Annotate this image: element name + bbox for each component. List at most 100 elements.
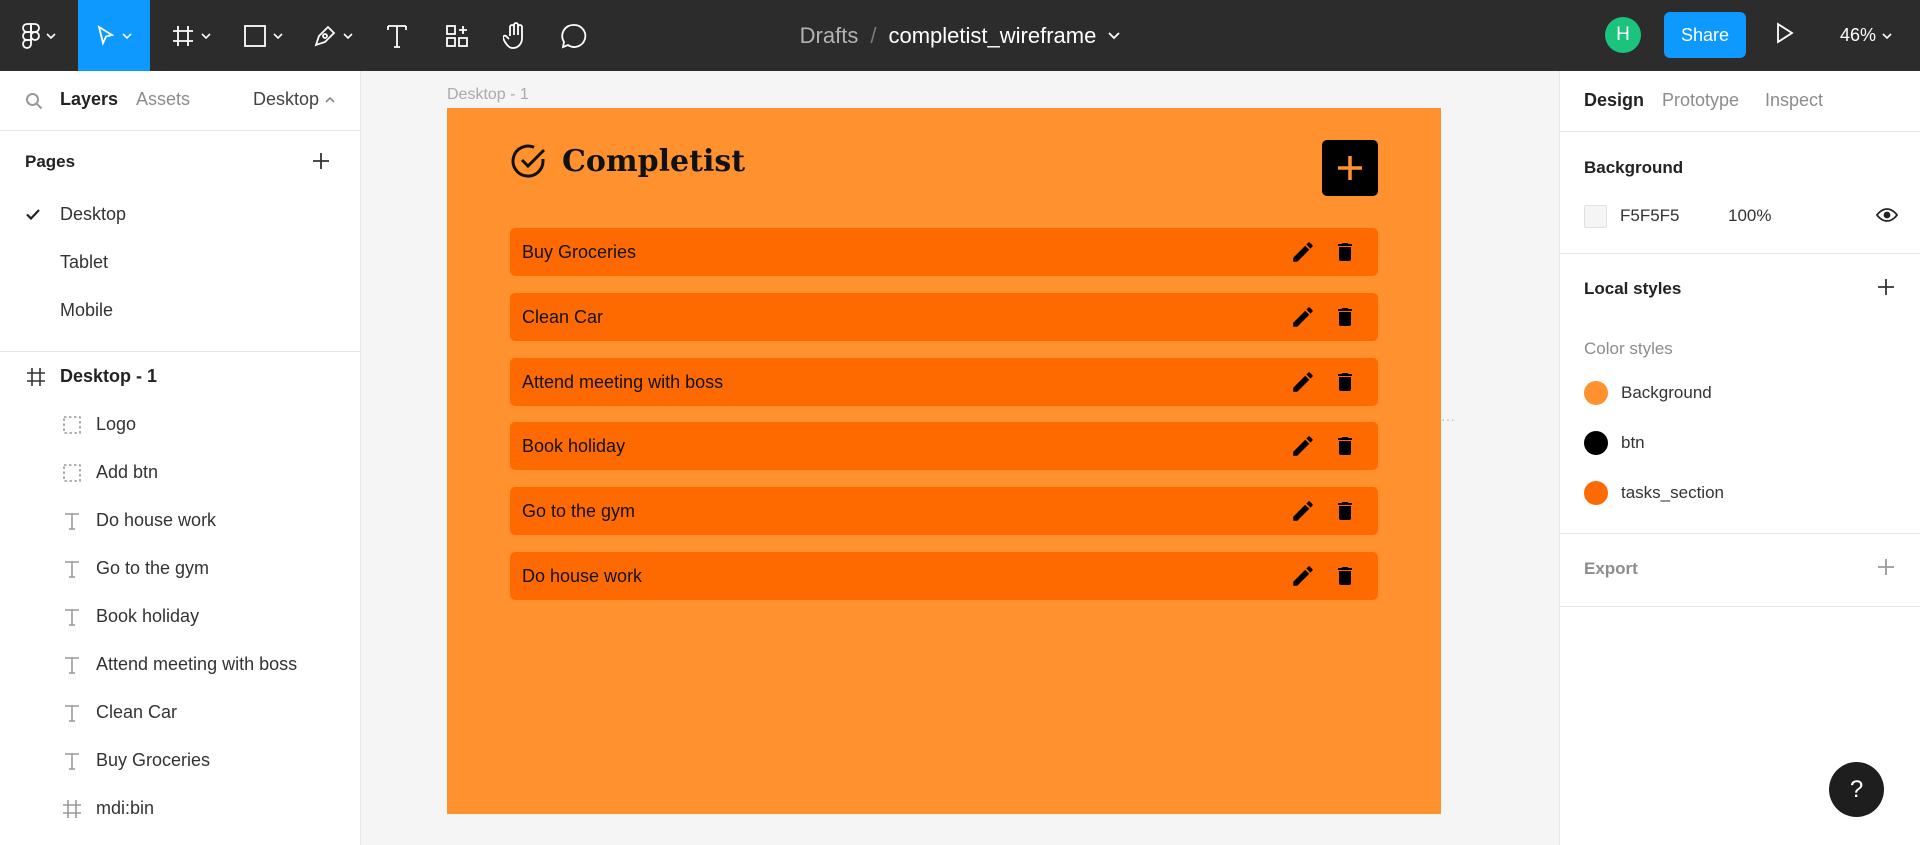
trash-icon[interactable] <box>1333 433 1357 459</box>
task-row[interactable]: Go to the gym <box>510 487 1378 535</box>
page-selector[interactable]: Desktop <box>253 89 335 110</box>
add-export-button[interactable] <box>1877 558 1895 576</box>
app-logo[interactable]: Completist <box>510 142 745 180</box>
tab-inspect[interactable]: Inspect <box>1765 90 1823 111</box>
layer-mdi-bin[interactable]: mdi:bin <box>0 785 360 833</box>
layer-label: Add btn <box>96 462 159 482</box>
help-button[interactable]: ? <box>1829 762 1884 817</box>
export-title: Export <box>1584 559 1638 578</box>
text-icon <box>62 703 82 723</box>
main-menu-button[interactable] <box>14 0 64 71</box>
page-item-tablet[interactable]: Tablet <box>0 239 360 287</box>
search-icon[interactable] <box>25 92 43 110</box>
color-style-name: Background <box>1621 383 1712 402</box>
left-panel-tabs: Layers Assets Desktop <box>0 71 360 131</box>
pencil-icon[interactable] <box>1290 498 1316 524</box>
layer-add-btn[interactable]: Add btn <box>0 449 360 497</box>
add-task-button[interactable] <box>1322 140 1378 196</box>
chevron-down-icon <box>343 32 353 39</box>
layer-label: mdi:bin <box>96 798 155 818</box>
background-hex-input[interactable]: F5F5F5 <box>1620 206 1680 226</box>
layer-do-house-work[interactable]: Do house work <box>0 497 360 545</box>
tab-assets[interactable]: Assets <box>136 89 190 110</box>
cursor-arrow-icon <box>96 24 116 47</box>
page-item-mobile[interactable]: Mobile <box>0 287 360 335</box>
page-item-desktop[interactable]: Desktop <box>0 191 360 239</box>
dashed-group-icon <box>62 463 82 483</box>
file-name[interactable]: completist_wireframe <box>888 23 1096 49</box>
task-label: Attend meeting with boss <box>522 372 724 392</box>
text-icon <box>62 607 82 627</box>
present-button[interactable] <box>1776 22 1800 48</box>
shape-tool-button[interactable] <box>238 0 288 71</box>
trash-icon[interactable] <box>1333 239 1357 265</box>
zoom-dropdown[interactable]: 46% <box>1840 0 1892 71</box>
task-row[interactable]: Buy Groceries <box>510 228 1378 276</box>
frame-tool-button[interactable] <box>166 0 216 71</box>
share-button[interactable]: Share <box>1664 12 1746 58</box>
text-tool-button[interactable] <box>380 0 414 71</box>
trash-icon[interactable] <box>1333 369 1357 395</box>
breadcrumb-drafts-link[interactable]: Drafts <box>800 23 859 49</box>
app-title: Completist <box>562 143 746 179</box>
tab-layers[interactable]: Layers <box>60 89 118 110</box>
frame-hash-icon <box>171 24 195 48</box>
pencil-icon[interactable] <box>1290 563 1316 589</box>
layer-buy-groceries[interactable]: Buy Groceries <box>0 737 360 785</box>
task-row[interactable]: Book holiday <box>510 422 1378 470</box>
text-icon <box>62 655 82 675</box>
layer-attend-meeting[interactable]: Attend meeting with boss <box>0 641 360 689</box>
trash-icon[interactable] <box>1333 498 1357 524</box>
layer-clean-car[interactable]: Clean Car <box>0 689 360 737</box>
pencil-icon[interactable] <box>1290 239 1316 265</box>
pencil-icon[interactable] <box>1290 304 1316 330</box>
pencil-icon[interactable] <box>1290 369 1316 395</box>
design-canvas[interactable]: Desktop - 1 Completist Buy Groceries Cle… <box>361 71 1559 845</box>
pages-header: Pages <box>0 131 360 191</box>
comment-tool-button[interactable] <box>557 0 591 71</box>
local-styles-title: Local styles <box>1584 279 1682 298</box>
task-row[interactable]: Attend meeting with boss <box>510 358 1378 406</box>
layer-book-holiday[interactable]: Book holiday <box>0 593 360 641</box>
color-style-btn[interactable]: btn <box>1584 430 1645 456</box>
dashed-group-icon <box>62 415 82 435</box>
rectangle-icon <box>243 24 267 48</box>
desktop-frame[interactable]: Completist Buy Groceries Clean Car Atten… <box>447 108 1441 814</box>
layer-label: Clean Car <box>96 702 178 722</box>
chevron-down-icon <box>273 32 283 39</box>
design-panel: Design Prototype Inspect Background F5F5… <box>1559 71 1920 845</box>
trash-icon[interactable] <box>1333 563 1357 589</box>
layer-logo[interactable]: Logo <box>0 401 360 449</box>
text-icon <box>62 559 82 579</box>
pencil-icon[interactable] <box>1290 433 1316 459</box>
pen-tool-button[interactable] <box>308 0 358 71</box>
task-row[interactable]: Clean Car <box>510 293 1378 341</box>
chevron-down-icon[interactable] <box>1108 31 1120 40</box>
color-style-tasks-section[interactable]: tasks_section <box>1584 480 1724 506</box>
play-icon <box>1776 22 1800 44</box>
trash-icon[interactable] <box>1333 304 1357 330</box>
layer-label: Buy Groceries <box>96 750 211 770</box>
layer-go-to-the-gym[interactable]: Go to the gym <box>0 545 360 593</box>
hand-icon <box>503 21 527 50</box>
background-swatch[interactable] <box>1584 205 1607 228</box>
move-tool-button[interactable] <box>78 0 150 71</box>
plus-icon <box>1336 154 1364 182</box>
task-row[interactable]: Do house work <box>510 552 1378 600</box>
layer-desktop-1[interactable]: Desktop - 1 <box>0 353 360 401</box>
avatar[interactable]: H <box>1605 17 1641 53</box>
resources-tool-button[interactable] <box>440 0 474 71</box>
eye-icon[interactable] <box>1876 208 1898 222</box>
frame-label[interactable]: Desktop - 1 <box>447 86 529 104</box>
tab-prototype[interactable]: Prototype <box>1662 90 1739 111</box>
components-icon <box>445 24 469 48</box>
tab-design[interactable]: Design <box>1584 90 1644 111</box>
add-page-button[interactable] <box>312 152 330 170</box>
add-style-button[interactable] <box>1877 278 1895 296</box>
hand-tool-button[interactable] <box>498 0 532 71</box>
color-style-background[interactable]: Background <box>1584 380 1712 406</box>
background-opacity-input[interactable]: 100% <box>1728 206 1771 226</box>
layer-label: Desktop - 1 <box>60 366 158 386</box>
check-circle-icon <box>510 142 548 180</box>
color-styles-title: Color styles <box>1584 339 1673 358</box>
